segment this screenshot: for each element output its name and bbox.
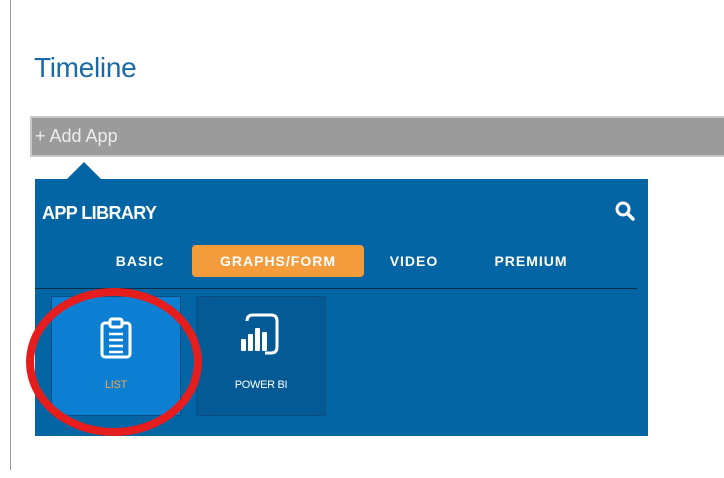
app-tile-label: POWER BI xyxy=(234,379,288,391)
app-library-title: APP LIBRARY xyxy=(42,203,157,223)
power-bi-icon xyxy=(241,313,279,355)
popover-caret xyxy=(66,162,102,180)
add-app-button[interactable]: + Add App xyxy=(30,116,724,157)
tabs-divider xyxy=(35,288,637,289)
app-tile-label: LIST xyxy=(104,379,128,391)
tab-video[interactable]: VIDEO xyxy=(383,245,445,277)
tab-premium[interactable]: PREMIUM xyxy=(487,245,575,277)
app-tile-list[interactable]: LIST xyxy=(51,296,181,416)
page-title: Timeline xyxy=(34,52,137,83)
search-icon[interactable] xyxy=(613,199,637,223)
clipboard-list-icon xyxy=(100,317,132,359)
app-library-tabs: BASIC GRAPHS/FORM VIDEO PREMIUM xyxy=(35,245,648,277)
app-tile-power-bi[interactable]: POWER BI xyxy=(196,296,326,416)
left-divider xyxy=(10,0,11,470)
app-library-panel: APP LIBRARY BASIC GRAPHS/FORM VIDEO PREM… xyxy=(35,179,648,436)
tab-basic[interactable]: BASIC xyxy=(105,245,175,277)
tab-graphs-form[interactable]: GRAPHS/FORM xyxy=(192,245,364,277)
